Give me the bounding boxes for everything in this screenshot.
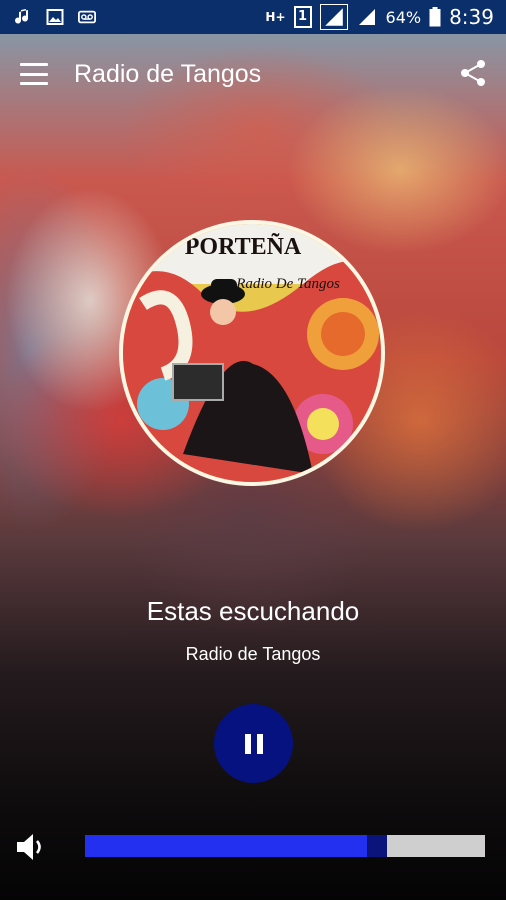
voicemail-icon bbox=[78, 10, 96, 24]
clock: 8:39 bbox=[449, 5, 494, 29]
sim-badge: 1 bbox=[293, 6, 312, 28]
battery-icon bbox=[429, 7, 441, 27]
image-icon bbox=[46, 9, 64, 25]
pause-button[interactable] bbox=[214, 704, 293, 783]
hamburger-icon-line bbox=[20, 63, 48, 66]
now-playing-heading: Estas escuchando bbox=[146, 596, 360, 626]
app-title: Radio de Tangos bbox=[74, 59, 262, 88]
music-note-icon bbox=[15, 9, 29, 24]
speaker-icon[interactable] bbox=[14, 832, 48, 862]
hamburger-icon-line bbox=[20, 82, 48, 85]
volume-slider[interactable] bbox=[85, 835, 485, 857]
album-art: PORTEÑA Radio De Tangos bbox=[119, 220, 385, 486]
app-bar: Radio de Tangos bbox=[0, 34, 506, 114]
hamburger-icon-line bbox=[20, 72, 48, 76]
volume-slider-fill bbox=[85, 835, 377, 857]
album-brand-text: PORTEÑA bbox=[185, 234, 302, 260]
signal-strength-icon-2 bbox=[358, 9, 375, 25]
album-subtitle-text: Radio De Tangos bbox=[235, 276, 340, 292]
status-bar: H+ 1 64% 8:39 bbox=[0, 0, 506, 34]
station-name: Radio de Tangos bbox=[185, 644, 321, 664]
battery-percent: 64% bbox=[385, 7, 422, 27]
signal-strength-icon bbox=[319, 4, 348, 30]
menu-button[interactable] bbox=[20, 63, 48, 85]
share-icon[interactable] bbox=[458, 58, 488, 88]
volume-slider-thumb[interactable] bbox=[367, 835, 387, 857]
network-type-label: H+ bbox=[265, 10, 286, 24]
pause-icon bbox=[242, 733, 266, 754]
